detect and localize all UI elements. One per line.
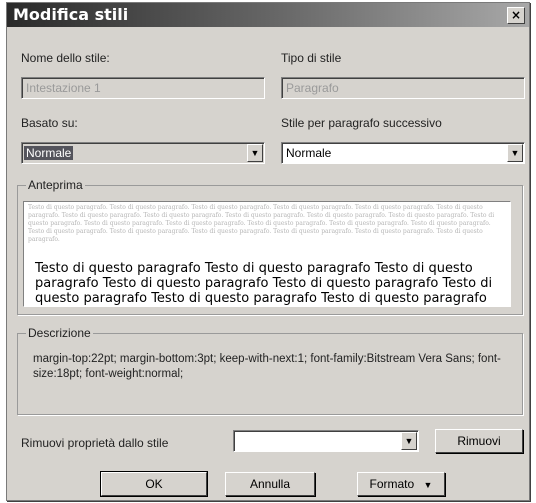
style-name-field[interactable]: Intestazione 1 bbox=[21, 77, 265, 99]
close-icon[interactable]: × bbox=[507, 7, 525, 24]
format-button[interactable]: Formato ▼ bbox=[357, 472, 445, 496]
next-style-label: Stile per paragrafo successivo bbox=[281, 116, 442, 130]
preview-paragraph: Testo di questo paragrafo Testo di quest… bbox=[35, 261, 493, 306]
title-bar: Modifica stili × bbox=[7, 3, 529, 27]
based-on-value: Normale bbox=[24, 146, 74, 160]
description-title: Descrizione bbox=[26, 326, 93, 340]
preview-box: Testo di questo paragrafo. Testo di ques… bbox=[23, 201, 511, 307]
style-type-label: Tipo di stile bbox=[281, 51, 342, 65]
chevron-down-icon[interactable]: ▼ bbox=[401, 432, 417, 450]
cancel-button[interactable]: Annulla bbox=[225, 472, 315, 496]
next-style-select[interactable]: Normale ▼ bbox=[281, 142, 525, 164]
modify-styles-dialog: Modifica stili × Nome dello stile: Intes… bbox=[6, 2, 530, 501]
chevron-down-icon: ▼ bbox=[423, 480, 433, 490]
based-on-select[interactable]: Normale ▼ bbox=[21, 142, 265, 164]
style-name-label: Nome dello stile: bbox=[21, 51, 110, 65]
based-on-label: Basato su: bbox=[21, 116, 78, 130]
chevron-down-icon[interactable]: ▼ bbox=[507, 144, 523, 162]
remove-property-select[interactable]: ▼ bbox=[233, 430, 419, 452]
remove-property-label: Rimuovi proprietà dallo stile bbox=[21, 436, 169, 450]
chevron-down-icon[interactable]: ▼ bbox=[247, 144, 263, 162]
preview-previous-paragraph: Testo di questo paragrafo. Testo di ques… bbox=[28, 204, 495, 243]
dialog-title: Modifica stili bbox=[13, 5, 129, 24]
ok-button[interactable]: OK bbox=[100, 471, 208, 497]
remove-button[interactable]: Rimuovi bbox=[435, 429, 523, 453]
style-type-field[interactable]: Paragrafo bbox=[281, 77, 525, 99]
next-style-value: Normale bbox=[286, 146, 332, 160]
description-text: margin-top:22pt; margin-bottom:3pt; keep… bbox=[33, 353, 501, 380]
preview-title: Anteprima bbox=[26, 178, 85, 192]
format-button-label: Formato bbox=[369, 477, 415, 491]
